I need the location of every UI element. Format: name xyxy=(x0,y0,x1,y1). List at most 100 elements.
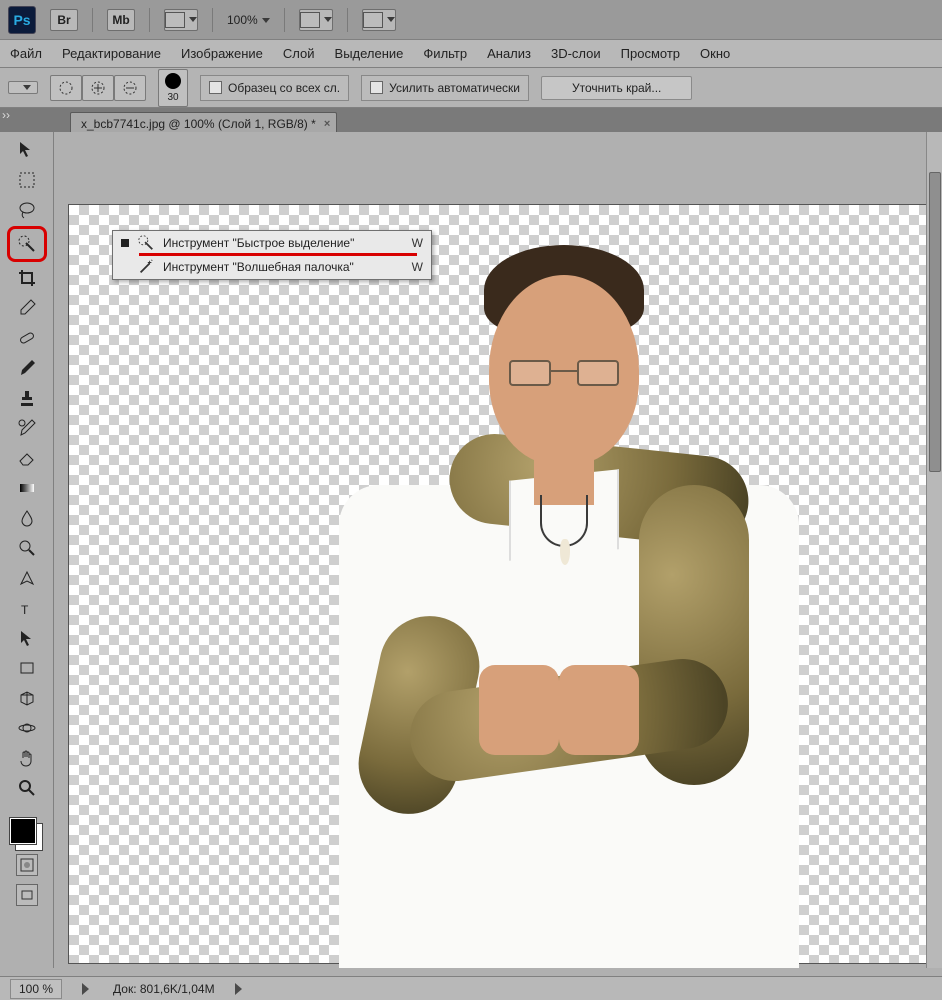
eyedropper-tool[interactable] xyxy=(12,294,42,322)
move-icon xyxy=(17,140,37,160)
chevron-down-icon xyxy=(23,85,31,90)
menu-filter[interactable]: Фильтр xyxy=(423,46,467,61)
flyout-label: Инструмент "Волшебная палочка" xyxy=(163,260,404,274)
flyout-label: Инструмент "Быстрое выделение" xyxy=(163,236,404,250)
dodge-tool[interactable] xyxy=(12,534,42,562)
menu-image[interactable]: Изображение xyxy=(181,46,263,61)
bandage-icon xyxy=(17,328,37,348)
screenmode-icon xyxy=(363,12,383,28)
orbit-icon xyxy=(17,718,37,738)
rectangular-marquee-tool[interactable] xyxy=(12,166,42,194)
status-menu-icon[interactable] xyxy=(235,982,246,996)
quick-selection-tool[interactable] xyxy=(7,226,47,262)
move-tool[interactable] xyxy=(12,136,42,164)
color-swatches[interactable] xyxy=(10,812,44,846)
checkbox-icon[interactable] xyxy=(370,81,383,94)
document-canvas[interactable] xyxy=(68,204,928,964)
view-extras-button[interactable] xyxy=(164,9,198,31)
left-hand-shape xyxy=(479,665,559,755)
scrollbar-thumb[interactable] xyxy=(929,172,941,472)
right-hand-shape xyxy=(559,665,639,755)
checkbox-icon[interactable] xyxy=(209,81,222,94)
status-doc-text: Док: 801,6K/1,04M xyxy=(113,982,215,996)
flyout-item-magic-wand[interactable]: Инструмент "Волшебная палочка" W xyxy=(113,255,431,279)
selection-subtract-button[interactable] xyxy=(114,75,146,101)
auto-enhance-option[interactable]: Усилить автоматически xyxy=(361,75,529,101)
zoom-tool[interactable] xyxy=(12,774,42,802)
add-selection-icon xyxy=(89,79,107,97)
hand-tool[interactable] xyxy=(12,744,42,772)
menu-file[interactable]: Файл xyxy=(10,46,42,61)
workspace: T xyxy=(0,132,942,968)
status-zoom-value: 100 % xyxy=(19,982,53,996)
filmstrip-icon xyxy=(165,12,185,28)
hand-icon xyxy=(17,748,37,768)
pen-tool[interactable] xyxy=(12,564,42,592)
crop-tool[interactable] xyxy=(12,264,42,292)
path-selection-tool[interactable] xyxy=(12,624,42,652)
vertical-scrollbar[interactable] xyxy=(926,132,942,968)
foreground-color-swatch[interactable] xyxy=(10,818,36,844)
menu-edit[interactable]: Редактирование xyxy=(62,46,161,61)
gradient-icon xyxy=(17,478,37,498)
healing-brush-tool[interactable] xyxy=(12,324,42,352)
clone-stamp-tool[interactable] xyxy=(12,384,42,412)
separator xyxy=(212,8,213,32)
close-icon[interactable]: × xyxy=(324,118,330,130)
stamp-icon xyxy=(17,388,37,408)
eraser-tool[interactable] xyxy=(12,444,42,472)
refine-edge-button[interactable]: Уточнить край... xyxy=(541,76,692,100)
auto-enhance-label: Усилить автоматически xyxy=(389,81,520,95)
tool-options-bar: 30 Образец со всех сл. Усилить автоматич… xyxy=(0,68,942,108)
history-brush-tool[interactable] xyxy=(12,414,42,442)
chevron-down-icon xyxy=(262,18,270,23)
blur-tool[interactable] xyxy=(12,504,42,532)
status-zoom[interactable]: 100 % xyxy=(10,979,62,999)
flyout-shortcut: W xyxy=(412,236,423,250)
pen-icon xyxy=(17,568,37,588)
status-expand-icon[interactable] xyxy=(82,982,93,996)
selected-indicator-icon xyxy=(121,239,129,247)
menu-3d[interactable]: 3D-слои xyxy=(551,46,601,61)
quick-mask-toggle[interactable] xyxy=(16,854,38,876)
menu-window[interactable]: Окно xyxy=(700,46,730,61)
screen-mode-button[interactable] xyxy=(362,9,396,31)
gradient-tool[interactable] xyxy=(12,474,42,502)
selection-new-button[interactable] xyxy=(50,75,82,101)
sample-all-layers-option[interactable]: Образец со всех сл. xyxy=(200,75,349,101)
document-tab-strip: ›› x_bcb7741c.jpg @ 100% (Слой 1, RGB/8)… xyxy=(0,108,942,132)
type-tool[interactable]: T xyxy=(12,594,42,622)
marquee-icon xyxy=(17,170,37,190)
chevron-down-icon xyxy=(387,17,395,22)
3d-camera-tool[interactable] xyxy=(12,714,42,742)
screen-mode-toggle[interactable] xyxy=(16,884,38,906)
menu-select[interactable]: Выделение xyxy=(335,46,404,61)
bridge-launcher-button[interactable]: Br xyxy=(50,9,78,31)
menu-view[interactable]: Просмотр xyxy=(621,46,680,61)
menu-analysis[interactable]: Анализ xyxy=(487,46,531,61)
arrange-documents-button[interactable] xyxy=(299,9,333,31)
eyedropper-icon xyxy=(17,298,37,318)
new-selection-icon xyxy=(57,79,75,97)
crop-icon xyxy=(17,268,37,288)
current-tool-preset[interactable] xyxy=(8,81,38,94)
separator xyxy=(149,8,150,32)
screenmode-small-icon xyxy=(20,888,34,902)
minibridge-launcher-button[interactable]: Mb xyxy=(107,9,135,31)
menu-layer[interactable]: Слой xyxy=(283,46,315,61)
zoom-value: 100% xyxy=(227,13,258,27)
collapse-panels-icon[interactable]: ›› xyxy=(2,108,18,128)
flyout-item-quick-selection[interactable]: Инструмент "Быстрое выделение" W xyxy=(113,231,431,255)
menu-bar: Файл Редактирование Изображение Слой Выд… xyxy=(0,40,942,68)
3d-object-tool[interactable] xyxy=(12,684,42,712)
selection-add-button[interactable] xyxy=(82,75,114,101)
brush-tool[interactable] xyxy=(12,354,42,382)
magic-wand-icon xyxy=(137,258,155,276)
separator xyxy=(284,8,285,32)
shape-tool[interactable] xyxy=(12,654,42,682)
zoom-level[interactable]: 100% xyxy=(227,12,270,27)
brush-picker[interactable]: 30 xyxy=(158,69,188,107)
document-tab[interactable]: x_bcb7741c.jpg @ 100% (Слой 1, RGB/8) * … xyxy=(70,112,337,132)
lasso-tool[interactable] xyxy=(12,196,42,224)
status-doc-info[interactable]: Док: 801,6K/1,04M xyxy=(113,982,215,996)
